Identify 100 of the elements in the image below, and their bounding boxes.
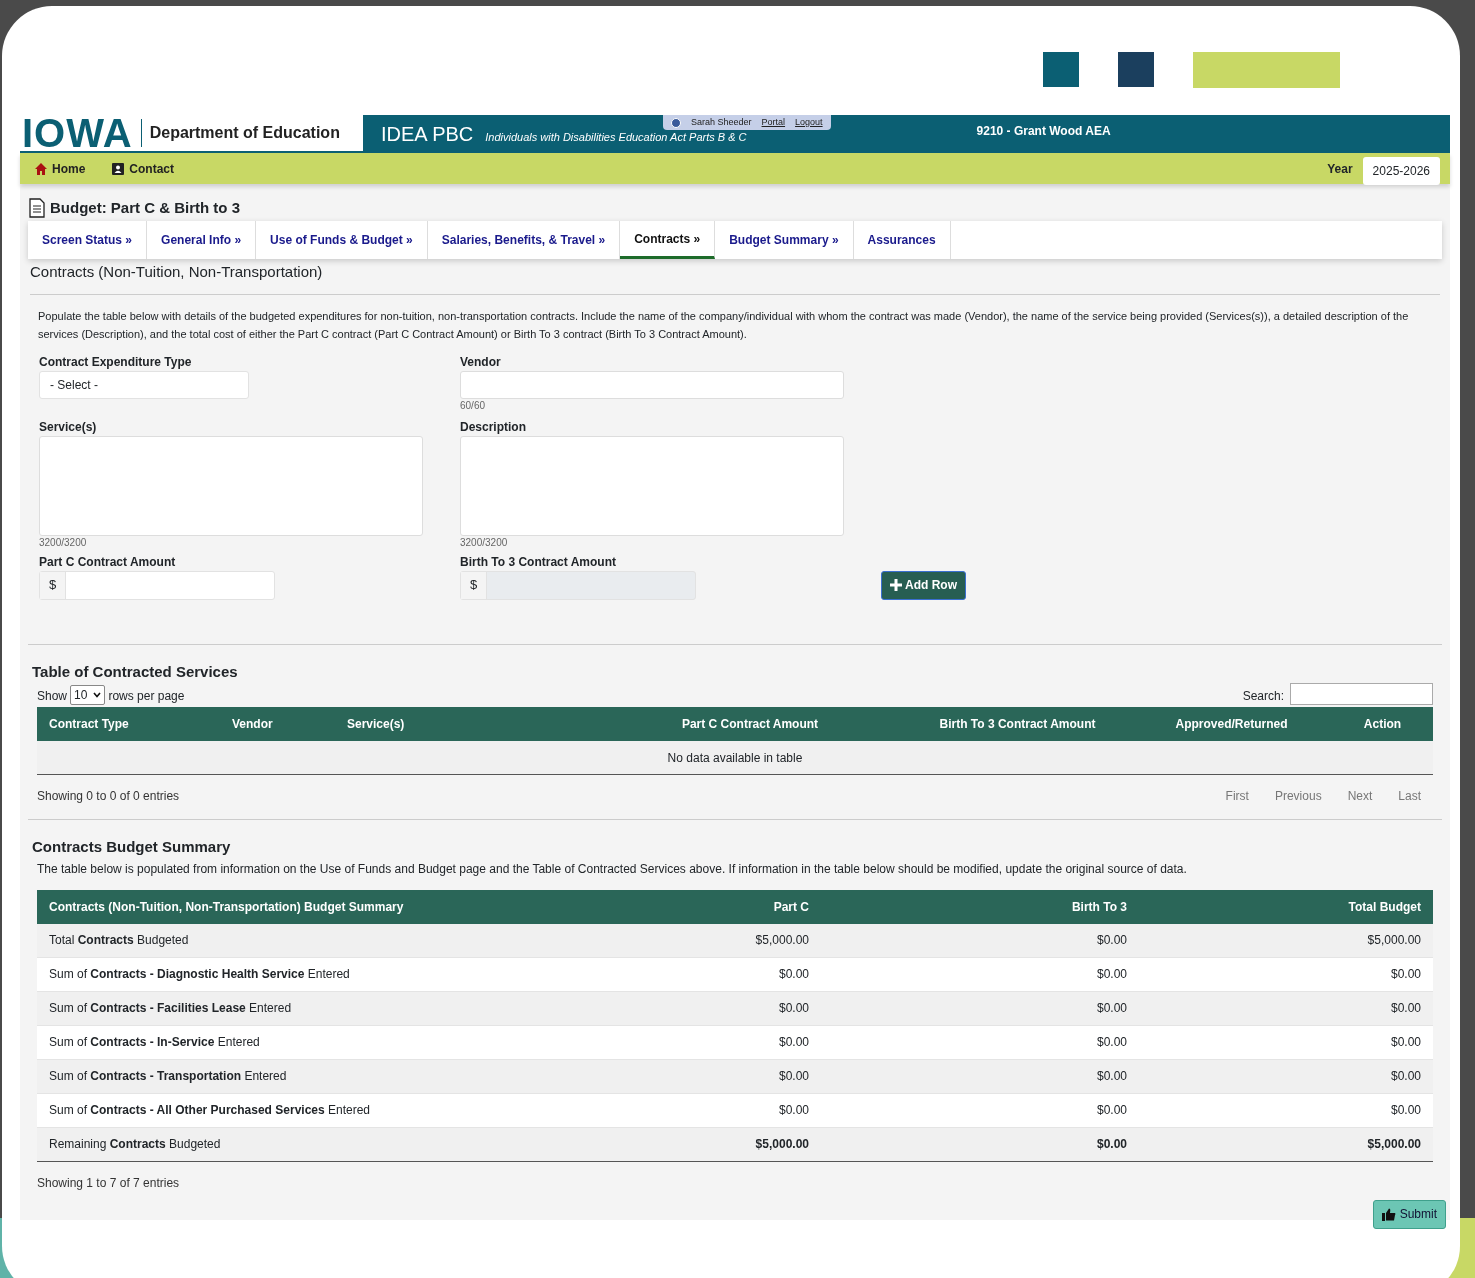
app-subtitle: Individuals with Disabilities Education Act Parts B & C xyxy=(485,129,747,145)
tab[interactable]: Budget Summary » xyxy=(715,221,854,259)
plus-icon xyxy=(890,579,902,591)
character-counter: 3200/3200 xyxy=(39,535,88,549)
table-cell-text: $0.00 xyxy=(1095,966,1127,983)
logo: IOWA xyxy=(22,113,133,153)
search-label: Search: xyxy=(1242,688,1284,705)
pagination-link[interactable]: Last xyxy=(1398,787,1421,805)
amount-field[interactable]: $ xyxy=(39,570,275,600)
row-label: Sum of Contracts - Diagnostic Health Service Entered xyxy=(49,966,351,983)
table-cell-text: $5,000.00 xyxy=(754,1136,809,1153)
table-cell-text: $5,000.00 xyxy=(754,932,809,949)
tab[interactable]: Screen Status » xyxy=(28,221,148,259)
thumbs-up-icon xyxy=(1381,1207,1396,1221)
nav-link[interactable]: Contact xyxy=(111,159,174,178)
field-label: Birth To 3 Contract Amount xyxy=(460,553,617,571)
contact-icon xyxy=(111,161,126,176)
section-heading: Contracts Budget Summary xyxy=(31,837,232,857)
table-cell-text: $0.00 xyxy=(1095,932,1127,949)
submit-button[interactable]: Submit xyxy=(1372,1199,1446,1229)
home-icon xyxy=(34,161,48,176)
column-header: Part C xyxy=(772,898,809,916)
section-heading: Table of Contracted Services xyxy=(31,661,239,682)
decor-square xyxy=(1043,52,1079,87)
character-counter: 60/60 xyxy=(460,398,487,412)
pagination-link[interactable]: Previous xyxy=(1274,787,1322,805)
input-field[interactable] xyxy=(460,370,844,399)
row-label: Sum of Contracts - All Other Purchased Services Entered xyxy=(49,1102,372,1119)
table-cell-text: $0.00 xyxy=(1095,1034,1127,1051)
user-name: Sarah Sheeder xyxy=(691,115,752,129)
column-header: Total Budget xyxy=(1347,898,1421,916)
page-size-select[interactable]: 10 xyxy=(70,685,106,705)
tab[interactable]: Use of Funds & Budget » xyxy=(256,221,428,259)
decor-square xyxy=(1118,52,1154,87)
column-header: Part C Contract Amount xyxy=(680,716,820,733)
rows-per-page-label: rows per page xyxy=(108,688,185,705)
field-label: Description xyxy=(460,418,527,436)
table-cell-text: $0.00 xyxy=(777,1034,809,1051)
instructions-text: Populate the table below with details of the budgeted expenditures for non-tuition, non-transportation contracts. Include the name of the company/individual with whom the contract was made (Vendor), the name of the service being provided (Services(s)), a detailed description of the services (Description), and the total cost of either the Part C contract (Part C Contract Amount) or Birth To 3 contract (Birth To 3 Contract Amount). xyxy=(37,308,1410,342)
pagination-link[interactable]: Next xyxy=(1347,787,1373,805)
character-counter: 3200/3200 xyxy=(460,535,509,549)
page-title: Budget: Part C & Birth to 3 xyxy=(50,197,240,218)
table-cell-text: $0.00 xyxy=(1389,966,1421,983)
empty-table-message: No data available in table xyxy=(37,741,1433,775)
year-select[interactable]: 2025-2026 xyxy=(1362,156,1440,185)
column-header: Contract Type xyxy=(48,716,130,733)
field-label: Service(s) xyxy=(39,418,98,436)
table-cell-text: $0.00 xyxy=(1389,1068,1421,1085)
summary-description: The table below is populated from information on the Use of Funds and Budget page and the Table of Contracted Services above. If information in the table below should be modified, update the original source of data. xyxy=(36,860,1188,878)
year-label: Year xyxy=(1327,160,1353,178)
tab[interactable]: Assurances xyxy=(853,221,951,259)
user-icon xyxy=(671,117,681,128)
table-cell-text: $5,000.00 xyxy=(1366,1136,1421,1153)
table-cell-text: $0.00 xyxy=(1095,1000,1127,1017)
column-header: Contracts (Non-Tuition, Non-Transportation) Budget Summary xyxy=(49,898,405,916)
nav-link[interactable]: Home xyxy=(34,159,86,178)
row-label: Sum of Contracts - Transportation Entered xyxy=(49,1068,288,1085)
table-cell-text: $0.00 xyxy=(777,1068,809,1085)
agency-name: 9210 - Grant Wood AEA xyxy=(976,123,1111,140)
chevron-down-icon xyxy=(93,692,102,698)
table-cell-text: $5,000.00 xyxy=(1366,932,1421,949)
department-name: Department of Education xyxy=(149,123,340,143)
table-cell-text: $0.00 xyxy=(1389,1034,1421,1051)
table-cell-text: $0.00 xyxy=(1389,1102,1421,1119)
text-area[interactable] xyxy=(39,435,423,536)
column-header: Service(s) xyxy=(346,716,406,733)
document-icon xyxy=(28,198,46,218)
row-label: Total Contracts Budgeted xyxy=(49,932,190,949)
add-row-button[interactable]: Add Row xyxy=(881,570,966,600)
table-info: Showing 0 to 0 of 0 entries xyxy=(37,788,180,805)
column-header: Birth To 3 Contract Amount xyxy=(938,716,1097,733)
search-field[interactable] xyxy=(1290,683,1433,705)
table-cell-text: $0.00 xyxy=(1095,1102,1127,1119)
field-label: Contract Expenditure Type xyxy=(39,353,193,371)
tab[interactable]: Salaries, Benefits, & Travel » xyxy=(427,221,621,259)
section-title: Contracts (Non-Tuition, Non-Transportation) xyxy=(29,262,324,282)
table-cell-text: $0.00 xyxy=(777,1102,809,1119)
text-area[interactable] xyxy=(460,435,844,536)
table-cell-text: $0.00 xyxy=(1095,1068,1127,1085)
table-cell-text: $0.00 xyxy=(777,966,809,983)
user-link[interactable]: Logout xyxy=(795,115,823,130)
tab[interactable]: General Info » xyxy=(147,221,257,259)
table-cell-text: $0.00 xyxy=(777,1000,809,1017)
table-cell-text: $0.00 xyxy=(1389,1000,1421,1017)
column-header: Birth To 3 xyxy=(1070,898,1127,916)
row-label: Sum of Contracts - In-Service Entered xyxy=(49,1034,261,1051)
tab[interactable]: Contracts » xyxy=(620,221,716,259)
row-label: Remaining Contracts Budgeted xyxy=(49,1136,222,1153)
table-info: Showing 1 to 7 of 7 entries xyxy=(36,1174,181,1192)
table-cell-text: $0.00 xyxy=(1095,1136,1127,1153)
column-header: Vendor xyxy=(231,716,274,733)
select-field[interactable]: - Select - xyxy=(39,370,249,399)
field-label: Vendor xyxy=(460,353,502,371)
show-label: Show xyxy=(37,688,68,705)
app-title: IDEA PBC xyxy=(381,122,474,147)
field-label: Part C Contract Amount xyxy=(39,553,177,571)
pagination-link[interactable]: First xyxy=(1225,787,1249,805)
user-link[interactable]: Portal xyxy=(761,115,786,130)
column-header: Approved/Returned xyxy=(1174,716,1289,733)
row-label: Sum of Contracts - Facilities Lease Entered xyxy=(49,1000,293,1017)
